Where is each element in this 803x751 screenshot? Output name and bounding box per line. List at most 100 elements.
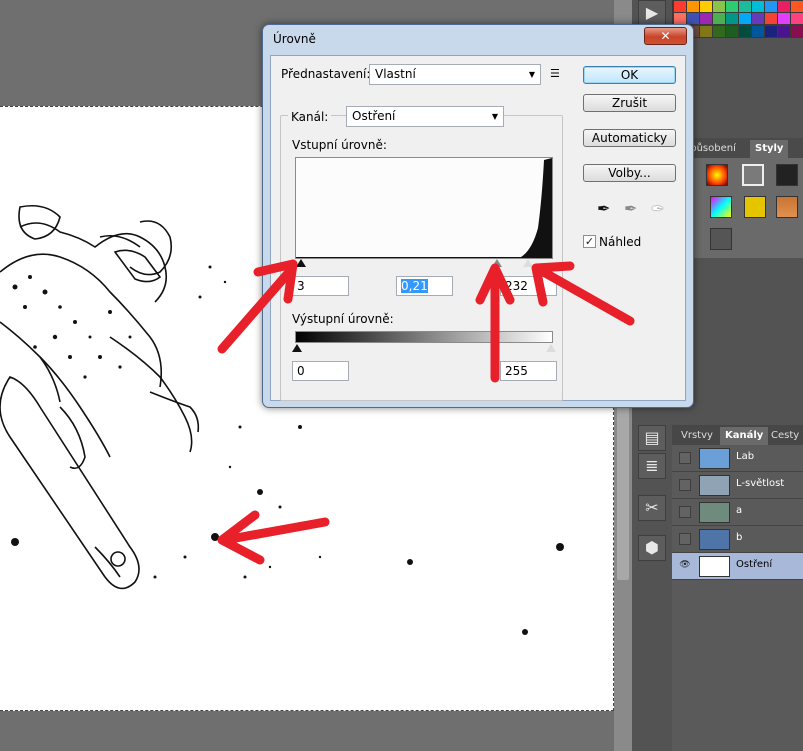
visibility-toggle[interactable] (679, 479, 691, 491)
input-gamma-slider[interactable] (492, 259, 502, 267)
swatch[interactable] (778, 13, 790, 25)
swatch[interactable] (713, 13, 725, 25)
preview-label: Náhled (599, 235, 642, 249)
channel-thumbnail (699, 556, 730, 577)
swatch[interactable] (765, 25, 777, 37)
output-white-slider[interactable] (546, 344, 556, 352)
histogram (295, 157, 553, 259)
channel-name: Ostření (736, 559, 773, 570)
doc-icon[interactable]: ≣ (638, 453, 666, 479)
output-black-slider[interactable] (292, 344, 302, 352)
swatch[interactable] (687, 1, 699, 12)
swatch[interactable] (765, 1, 777, 12)
swatch[interactable] (778, 25, 790, 37)
swatch[interactable] (700, 13, 712, 25)
channel-thumbnail (699, 475, 730, 496)
channel-select[interactable]: Ostření ▼ (346, 106, 504, 127)
channel-name: b (736, 532, 743, 543)
preset-menu-icon[interactable]: ☰ (550, 67, 560, 80)
preview-checkbox[interactable]: ✓ (583, 235, 596, 248)
channel-row-a[interactable]: a (672, 499, 803, 526)
black-eyedropper-icon[interactable]: ✒ (597, 199, 610, 218)
input-white-slider[interactable] (523, 259, 533, 267)
style-tile[interactable] (710, 196, 732, 218)
histogram-graph (296, 158, 552, 258)
auto-button[interactable]: Automaticky (583, 129, 676, 147)
channel-thumbnail (699, 502, 730, 523)
swatch[interactable] (674, 1, 686, 12)
swatch[interactable] (739, 25, 751, 37)
swatch[interactable] (752, 1, 764, 12)
input-black-slider[interactable] (296, 259, 306, 267)
output-levels-label: Výstupní úrovně: (292, 312, 394, 326)
output-black-field[interactable]: 0 (292, 361, 349, 381)
output-gradient (295, 331, 553, 343)
style-tile[interactable] (706, 164, 728, 186)
cube-icon[interactable]: ⬢ (638, 535, 666, 561)
swatch[interactable] (713, 1, 725, 12)
channel-row-lab[interactable]: Lab (672, 445, 803, 472)
tools-icon[interactable]: ✂ (638, 495, 666, 521)
input-gamma-field[interactable]: 0,21 (396, 276, 453, 296)
channel-row-b[interactable]: b (672, 526, 803, 553)
channels-tab-row: Vrstvy Kanály Cesty (672, 425, 803, 445)
preset-value: Vlastní (375, 67, 416, 81)
channel-row-sharpen[interactable]: 👁 Ostření (672, 553, 803, 580)
swatch[interactable] (791, 13, 803, 25)
options-button[interactable]: Volby... (583, 164, 676, 182)
input-black-field[interactable]: 3 (292, 276, 349, 296)
swatch[interactable] (739, 1, 751, 12)
swatch[interactable] (726, 13, 738, 25)
close-button[interactable]: ✕ (644, 27, 687, 45)
visibility-toggle[interactable] (679, 452, 691, 464)
visibility-toggle[interactable] (679, 506, 691, 518)
swatch[interactable] (700, 25, 712, 37)
tab-styles[interactable]: Styly (750, 140, 789, 158)
dialog-title: Úrovně (273, 32, 316, 46)
channel-name: a (736, 505, 743, 516)
swatch[interactable] (739, 13, 751, 25)
swatch[interactable] (674, 13, 686, 25)
channels-panel: Vrstvy Kanály Cesty Lab L-světlost a b 👁… (672, 425, 803, 751)
play-icon[interactable]: ▶ (638, 0, 666, 26)
preset-select[interactable]: Vlastní ▼ (369, 64, 541, 85)
swatch[interactable] (791, 25, 803, 37)
channel-thumbnail (699, 529, 730, 550)
output-white-field[interactable]: 255 (500, 361, 557, 381)
tab-paths[interactable]: Cesty (766, 427, 803, 445)
swatch[interactable] (726, 1, 738, 12)
white-eyedropper-icon[interactable]: ✒ (651, 199, 664, 218)
input-gamma-value: 0,21 (401, 279, 428, 293)
ok-button[interactable]: OK (583, 66, 676, 84)
tab-channels[interactable]: Kanály (720, 427, 769, 445)
channel-label: Kanál: (288, 110, 332, 124)
tab-layers[interactable]: Vrstvy (676, 427, 718, 445)
style-tile[interactable] (776, 196, 798, 218)
style-tile[interactable] (710, 228, 732, 250)
chevron-down-icon: ▼ (528, 70, 535, 79)
input-white-field[interactable]: 232 (500, 276, 557, 296)
visibility-toggle[interactable] (679, 533, 691, 545)
style-tile[interactable] (744, 196, 766, 218)
swatch[interactable] (713, 25, 725, 37)
cancel-button[interactable]: Zrušit (583, 94, 676, 112)
channel-row-lightness[interactable]: L-světlost (672, 472, 803, 499)
swatch[interactable] (791, 1, 803, 12)
swatch[interactable] (752, 25, 764, 37)
channel-name: L-světlost (736, 478, 785, 489)
gray-eyedropper-icon[interactable]: ✒ (624, 199, 637, 218)
notes-icon[interactable]: ▤ (638, 425, 666, 451)
channel-value: Ostření (352, 109, 396, 123)
style-tile[interactable] (776, 164, 798, 186)
chevron-down-icon: ▼ (491, 112, 498, 121)
swatch[interactable] (752, 13, 764, 25)
swatch[interactable] (765, 13, 777, 25)
swatch[interactable] (778, 1, 790, 12)
style-tile[interactable] (742, 164, 764, 186)
eye-icon[interactable]: 👁 (679, 560, 691, 572)
swatch[interactable] (700, 1, 712, 12)
channel-name: Lab (736, 451, 755, 462)
swatch[interactable] (687, 13, 699, 25)
swatch[interactable] (726, 25, 738, 37)
input-levels-label: Vstupní úrovně: (292, 138, 387, 152)
